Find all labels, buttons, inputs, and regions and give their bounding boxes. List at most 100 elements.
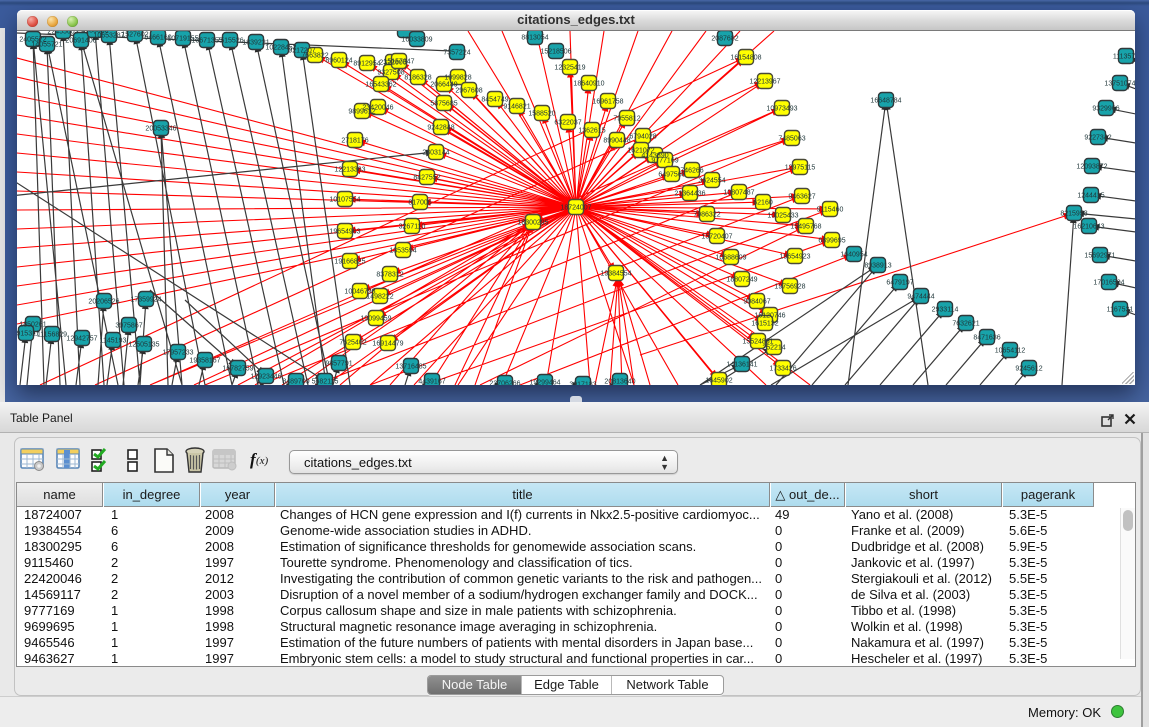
svg-text:15692971: 15692971 (1084, 253, 1115, 260)
svg-text:16210643: 16210643 (1073, 224, 1104, 231)
svg-text:1498222: 1498222 (366, 294, 393, 301)
svg-text:23706266: 23706266 (489, 381, 520, 386)
svg-text:7357224: 7357224 (443, 50, 470, 57)
svg-text:10973493: 10973493 (766, 106, 797, 113)
svg-text:2718176: 2718176 (341, 138, 368, 145)
svg-text:8912954: 8912954 (353, 61, 380, 68)
svg-text:20813640: 20813640 (604, 379, 635, 386)
svg-text:9777169: 9777169 (651, 158, 678, 165)
svg-text:19654963: 19654963 (329, 229, 360, 236)
svg-text:7515526: 7515526 (216, 38, 243, 45)
svg-text:9857791: 9857791 (325, 361, 352, 368)
svg-text:19299464: 19299464 (529, 380, 560, 386)
svg-text:12975115: 12975115 (785, 165, 816, 172)
svg-text:8990448: 8990448 (603, 138, 630, 145)
svg-text:62160: 62160 (753, 200, 773, 207)
svg-text:13751074: 13751074 (1104, 81, 1135, 88)
svg-text:19384554: 19384554 (600, 271, 631, 278)
svg-text:1733426: 1733426 (769, 366, 796, 373)
svg-text:1167531: 1167531 (1107, 307, 1134, 314)
svg-text:1588520: 1588520 (528, 111, 555, 118)
svg-text:17016504: 17016504 (1093, 280, 1124, 287)
svg-text:11156829: 11156829 (37, 332, 67, 339)
svg-text:8471636: 8471636 (973, 335, 1000, 342)
svg-text:8215958: 8215958 (1060, 211, 1087, 218)
svg-text:5682115: 5682115 (312, 379, 339, 386)
svg-text:14136141: 14136141 (726, 362, 757, 369)
svg-text:8938913: 8938913 (864, 263, 891, 270)
svg-text:9463627: 9463627 (788, 194, 815, 201)
svg-text:7632621: 7632621 (952, 321, 979, 328)
svg-text:1850261: 1850261 (19, 322, 46, 329)
svg-text:12213363: 12213363 (334, 167, 365, 174)
svg-text:10653287: 10653287 (93, 33, 124, 40)
svg-text:16914479: 16914479 (372, 341, 403, 348)
svg-text:1244415: 1244415 (1077, 193, 1104, 200)
svg-text:8960124: 8960124 (325, 58, 352, 65)
svg-text:9084067: 9084067 (743, 299, 770, 306)
svg-text:18300295: 18300295 (517, 220, 548, 227)
svg-text:18724007: 18724007 (560, 205, 591, 212)
svg-text:8378312: 8378312 (376, 272, 403, 279)
svg-text:17359924: 17359924 (130, 297, 161, 304)
svg-text:252214: 252214 (762, 345, 785, 352)
svg-text:12923446: 12923446 (250, 374, 281, 381)
svg-text:2933114: 2933114 (932, 307, 959, 314)
svg-text:16648784: 16648784 (870, 98, 901, 105)
svg-text:817006: 817006 (408, 200, 431, 207)
svg-text:18640910: 18640910 (573, 81, 604, 88)
svg-text:19756928: 19756928 (774, 284, 805, 291)
svg-text:10025433: 10025433 (767, 213, 798, 220)
svg-text:16543362: 16543362 (365, 82, 396, 89)
svg-text:9327508: 9327508 (377, 70, 404, 77)
svg-text:8454749: 8454749 (481, 97, 508, 104)
svg-text:9899612: 9899612 (348, 109, 375, 116)
svg-text:10807487: 10807487 (723, 190, 754, 197)
svg-text:9146821: 9146821 (503, 104, 530, 111)
svg-text:9227342: 9227342 (1084, 135, 1111, 142)
svg-text:3267110: 3267110 (399, 224, 426, 231)
svg-text:9115460: 9115460 (817, 207, 844, 214)
svg-text:2803144: 2803144 (422, 150, 449, 157)
svg-text:1615132: 1615132 (751, 321, 778, 328)
svg-text:21364436: 21364436 (674, 191, 705, 198)
svg-text:2066449: 2066449 (430, 82, 457, 89)
svg-text:7955812: 7955812 (613, 116, 640, 123)
svg-text:16120746: 16120746 (754, 313, 785, 320)
svg-text:22455603: 22455603 (47, 31, 78, 36)
svg-text:15495768: 15495768 (790, 224, 821, 231)
svg-text:1640954: 1640954 (840, 252, 867, 259)
svg-text:3624554: 3624554 (698, 178, 725, 185)
svg-text:8427552: 8427552 (413, 175, 440, 182)
svg-text:1362615: 1362615 (578, 128, 605, 135)
svg-text:6322037: 6322037 (554, 120, 581, 127)
svg-text:7625402: 7625402 (339, 340, 366, 347)
svg-text:20691406: 20691406 (65, 38, 96, 45)
svg-text:20206526: 20206526 (88, 299, 119, 306)
svg-text:9245612: 9245612 (1015, 366, 1042, 373)
svg-text:1353594: 1353594 (389, 248, 416, 255)
svg-text:7986322: 7986322 (693, 212, 720, 219)
svg-text:18807249: 18807249 (726, 277, 757, 284)
svg-text:746266: 746266 (680, 168, 703, 175)
svg-text:1999828: 1999828 (444, 75, 471, 82)
svg-text:4439167: 4439167 (418, 379, 445, 386)
svg-text:8813054: 8813054 (521, 35, 548, 42)
svg-text:9474444: 9474444 (907, 294, 934, 301)
svg-text:1145193: 1145193 (100, 338, 127, 345)
svg-text:3975867: 3975867 (115, 323, 142, 330)
svg-text:2087682: 2087682 (711, 36, 738, 43)
svg-text:(x): (x) (256, 455, 269, 467)
svg-text:19166825: 19166825 (334, 259, 365, 266)
svg-text:9242848: 9242848 (427, 125, 454, 132)
svg-text:19654923: 19654923 (779, 254, 810, 261)
svg-text:16961758: 16961758 (592, 99, 623, 106)
svg-text:12213967: 12213967 (749, 79, 780, 86)
svg-text:15720407: 15720407 (701, 234, 732, 241)
svg-text:1645902: 1645902 (705, 378, 732, 385)
svg-text:16033809: 16033809 (401, 37, 432, 44)
svg-text:6479197: 6479197 (886, 280, 913, 287)
svg-text:12093872: 12093872 (1076, 164, 1107, 171)
svg-text:10107554: 10107554 (329, 197, 360, 204)
svg-text:16154808: 16154808 (730, 55, 761, 62)
